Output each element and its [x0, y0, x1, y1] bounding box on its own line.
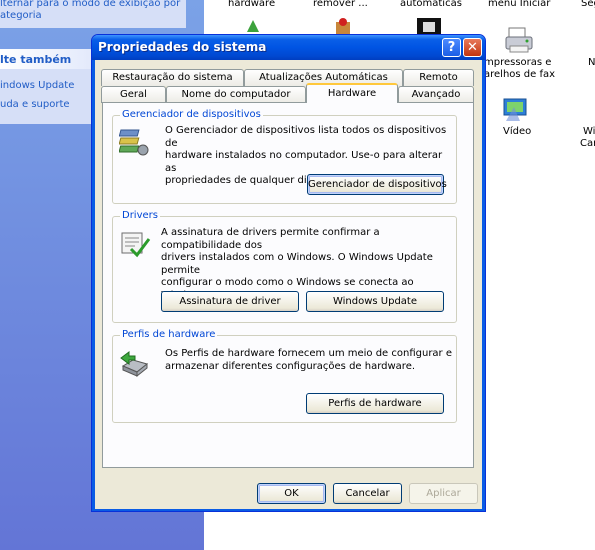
- add-remove-programs-icon[interactable]: [333, 16, 353, 36]
- help-support-link[interactable]: uda e suporte: [0, 99, 70, 110]
- apply-button[interactable]: Aplicar: [409, 483, 478, 504]
- hardware-tab-panel: Gerenciador de dispositivos O Gerenciado…: [102, 102, 474, 468]
- item-label-security[interactable]: Seg: [581, 0, 595, 9]
- hardware-profiles-text-line: armazenar diferentes configurações de ha…: [165, 360, 416, 372]
- device-manager-icon: [119, 129, 149, 156]
- printers-label-line1[interactable]: mpressoras e: [484, 57, 551, 68]
- hardware-profiles-group-title: Perfis de hardware: [120, 329, 218, 340]
- tab-computer-name[interactable]: Nome do computador: [166, 86, 306, 103]
- item-label-hardware[interactable]: hardware: [228, 0, 275, 9]
- tab-remote[interactable]: Remoto: [403, 69, 474, 86]
- system-properties-dialog: Propriedades do sistema ? ✕ Restauração …: [91, 34, 486, 512]
- tab-advanced[interactable]: Avançado: [398, 86, 474, 103]
- dialog-titlebar[interactable]: Propriedades do sistema ? ✕: [92, 35, 485, 60]
- driver-signing-button[interactable]: Assinatura de driver: [161, 291, 299, 312]
- device-manager-group: Gerenciador de dispositivos O Gerenciado…: [112, 109, 457, 204]
- device-manager-button[interactable]: Gerenciador de dispositivos: [307, 174, 447, 195]
- hardware-profiles-description: Os Perfis de hardware fornecem um meio d…: [165, 348, 452, 373]
- hardware-profiles-button[interactable]: Perfis de hardware: [306, 393, 444, 414]
- hardware-profiles-group: Perfis de hardware Os Perfis de hardware…: [112, 329, 457, 423]
- task-box-switch-view: lternar para o modo de exibição por ateg…: [0, 0, 186, 28]
- item-label-remove[interactable]: remover ...: [313, 0, 368, 9]
- help-icon: ?: [447, 40, 456, 55]
- item-label-partial-n[interactable]: N: [588, 57, 595, 68]
- tab-system-restore[interactable]: Restauração do sistema: [101, 69, 244, 86]
- add-hardware-icon[interactable]: [243, 14, 263, 34]
- hardware-profiles-icon: [120, 351, 149, 378]
- windows-update-link[interactable]: indows Update: [0, 80, 74, 91]
- windows-update-button[interactable]: Windows Update: [306, 291, 444, 312]
- close-button[interactable]: ✕: [463, 38, 482, 57]
- help-button[interactable]: ?: [442, 38, 461, 57]
- see-also-title: lte também: [0, 53, 72, 66]
- drivers-group-title: Drivers: [120, 210, 160, 221]
- dialog-title: Propriedades do sistema: [98, 40, 267, 54]
- switch-view-link-line1[interactable]: lternar para o modo de exibição por: [0, 0, 180, 9]
- device-manager-text-line: O Gerenciador de dispositivos lista todo…: [165, 125, 447, 149]
- switch-view-link-line2[interactable]: ategoria: [0, 10, 42, 21]
- ok-button[interactable]: OK: [257, 483, 326, 504]
- drivers-text-line: drivers instalados com o Windows. O Wind…: [161, 252, 433, 276]
- tab-general[interactable]: Geral: [101, 86, 166, 103]
- video-icon[interactable]: [500, 93, 532, 125]
- cancel-button[interactable]: Cancelar: [333, 483, 402, 504]
- tab-hardware[interactable]: Hardware: [306, 83, 398, 103]
- hardware-profiles-text-line: Os Perfis de hardware fornecem um meio d…: [165, 348, 453, 359]
- close-icon: ✕: [467, 40, 478, 55]
- printers-label-line2[interactable]: arelhos de fax: [484, 69, 555, 80]
- wireless-label-line2[interactable]: Car: [580, 138, 595, 149]
- video-label[interactable]: Vídeo: [503, 126, 531, 137]
- device-manager-group-title: Gerenciador de dispositivos: [120, 109, 263, 120]
- printers-fax-icon[interactable]: [503, 24, 535, 56]
- driver-signing-icon: [121, 232, 151, 258]
- drivers-text-line: A assinatura de drivers permite confirma…: [161, 227, 380, 251]
- device-manager-text-line: hardware instalados no computador. Use-o…: [165, 150, 443, 174]
- item-label-automatic[interactable]: automáticas: [400, 0, 462, 9]
- item-label-start-menu[interactable]: menu Iniciar: [488, 0, 550, 9]
- wireless-label-line1[interactable]: Wi: [583, 126, 595, 137]
- dialog-client-area: Restauração do sistema Atualizações Auto…: [95, 60, 482, 509]
- drivers-group: Drivers A assinatura de drivers permite …: [112, 210, 457, 323]
